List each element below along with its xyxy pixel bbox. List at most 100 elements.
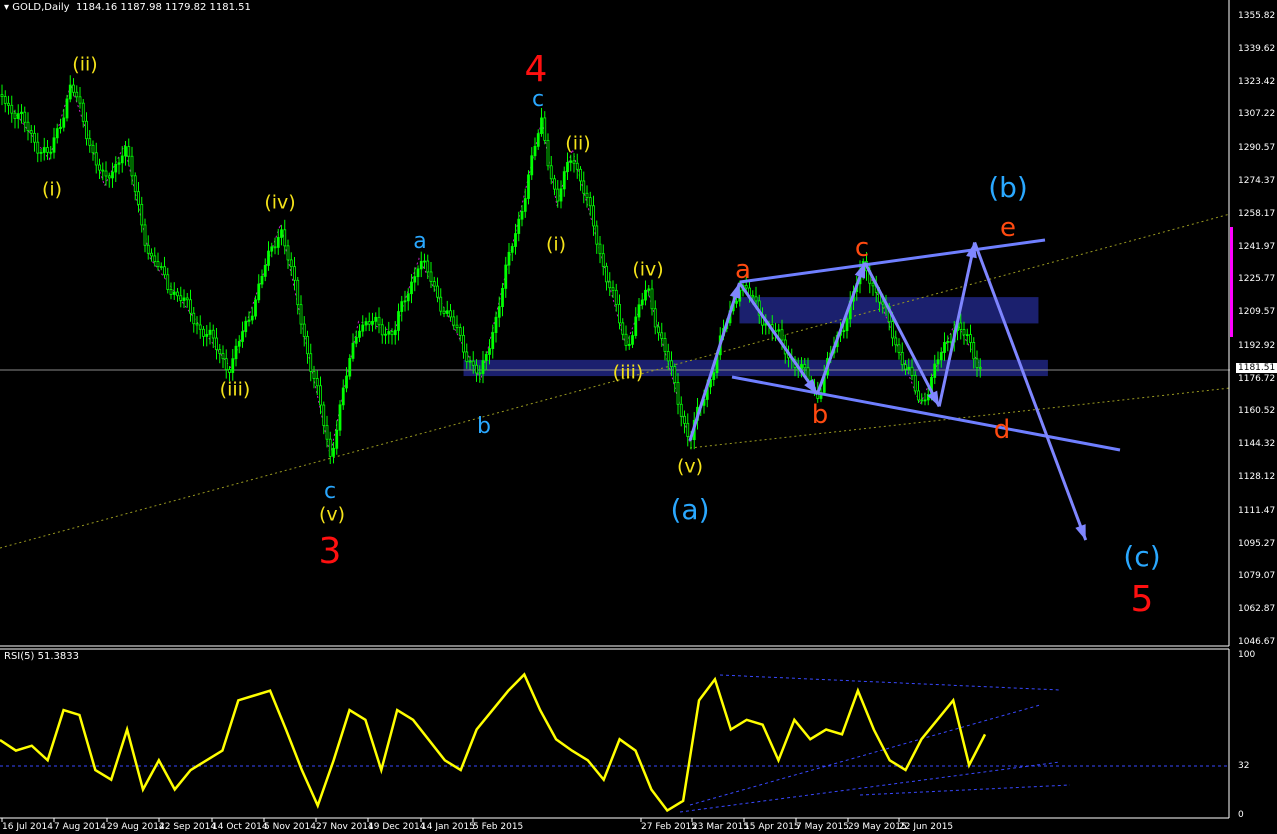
candle-body — [462, 334, 465, 353]
candle-body — [777, 329, 781, 332]
chart-header: ▾ GOLD,Daily 1184.16 1187.98 1179.82 118… — [4, 2, 251, 13]
wave-label: c — [323, 479, 337, 504]
candle-body — [410, 281, 413, 295]
candle-body — [176, 291, 179, 297]
candle-body — [276, 237, 280, 248]
candle-body — [975, 358, 979, 368]
candle-body — [468, 360, 472, 363]
candle-body — [439, 296, 443, 312]
candle-body — [624, 333, 628, 346]
candle-body — [432, 281, 436, 287]
candle-body — [46, 147, 49, 153]
candle-body — [540, 117, 543, 134]
candle-body — [33, 132, 36, 143]
candle-body — [218, 349, 222, 354]
price-tick: 1323.42 — [1238, 76, 1276, 87]
price-tick: 1192.92 — [1238, 340, 1276, 351]
wave-label: (iii) — [612, 361, 644, 384]
candle-body — [686, 422, 690, 437]
price-tick: 1225.77 — [1238, 274, 1276, 285]
candle-body — [345, 375, 348, 389]
wave-label: (v) — [676, 455, 704, 478]
date-tick: 14 Oct 2014 — [212, 822, 268, 832]
candle-body — [263, 264, 267, 277]
candle-body — [910, 366, 914, 376]
candle-body — [735, 300, 738, 304]
candle-body — [406, 293, 410, 302]
date-tick: 15 Apr 2015 — [744, 822, 800, 832]
price-tick: 1046.67 — [1238, 637, 1276, 647]
candle-body — [683, 415, 686, 424]
rsi-tick-32: 32 — [1238, 761, 1250, 771]
candle-body — [81, 102, 85, 122]
candle-body — [29, 130, 33, 134]
candle-body — [309, 353, 313, 372]
candle-body — [205, 334, 209, 337]
candle-body — [250, 315, 254, 321]
candle-body — [484, 354, 488, 362]
candle-body — [75, 91, 79, 98]
rsi-trend-2 — [689, 704, 1041, 806]
candle-body — [143, 224, 147, 246]
candle-body — [465, 351, 469, 362]
candle-body — [315, 378, 319, 387]
candle-body — [650, 288, 654, 310]
candle-body — [965, 334, 969, 337]
candle-body — [195, 323, 199, 326]
candle-body — [133, 175, 137, 193]
candle-body — [107, 175, 111, 179]
candle-body — [631, 335, 634, 345]
wave-label: e — [1000, 213, 1016, 243]
candle-body — [332, 447, 335, 457]
price-tick: 1339.62 — [1238, 43, 1276, 54]
candle-body — [494, 316, 498, 333]
candle-body — [185, 297, 189, 301]
candle-body — [491, 332, 495, 349]
candle-body — [319, 385, 322, 406]
candle-body — [150, 252, 153, 257]
candle-body — [358, 330, 361, 338]
candle-body — [52, 137, 56, 153]
magenta-marker — [1230, 227, 1233, 337]
price-tick: 1274.37 — [1238, 175, 1276, 186]
candle-body — [94, 152, 98, 166]
wave-label: c — [854, 233, 870, 263]
wave-label: b — [811, 400, 829, 430]
candle-body — [751, 294, 755, 298]
candle-body — [270, 246, 274, 252]
candle-body — [42, 147, 46, 153]
candle-body — [140, 203, 144, 226]
candle-body — [286, 245, 290, 261]
candle-body — [117, 162, 121, 165]
candle-body — [676, 382, 680, 405]
price-tick: 1307.22 — [1238, 109, 1276, 120]
wave-arrow — [863, 261, 941, 408]
candle-body — [556, 188, 560, 202]
chart-canvas[interactable] — [0, 0, 1277, 834]
candle-body — [68, 84, 72, 100]
candle-body — [939, 352, 943, 361]
date-tick: 5 Feb 2015 — [473, 822, 524, 832]
candle-body — [137, 191, 140, 205]
candle-body — [618, 304, 621, 324]
candle-body — [377, 316, 381, 326]
rsi-trend-4 — [859, 784, 1071, 796]
candle-body — [393, 330, 397, 336]
candle-body — [657, 326, 660, 334]
date-tick: 5 Nov 2014 — [264, 822, 316, 832]
candle-body — [85, 120, 88, 140]
candle-body — [179, 295, 183, 301]
candle-body — [289, 259, 293, 268]
wave-label: (iv) — [264, 191, 296, 214]
candle-body — [153, 255, 157, 262]
candle-body — [283, 229, 287, 247]
candle-body — [946, 340, 950, 343]
date-tick: 23 Mar 2015 — [692, 822, 750, 832]
candle-body — [891, 321, 894, 339]
wave-label: (v) — [318, 503, 346, 526]
wave-label: d — [993, 415, 1011, 445]
candle-body — [166, 274, 170, 290]
candle-body — [913, 375, 917, 392]
price-tick: 1355.82 — [1238, 11, 1276, 21]
candle-body — [260, 275, 264, 285]
